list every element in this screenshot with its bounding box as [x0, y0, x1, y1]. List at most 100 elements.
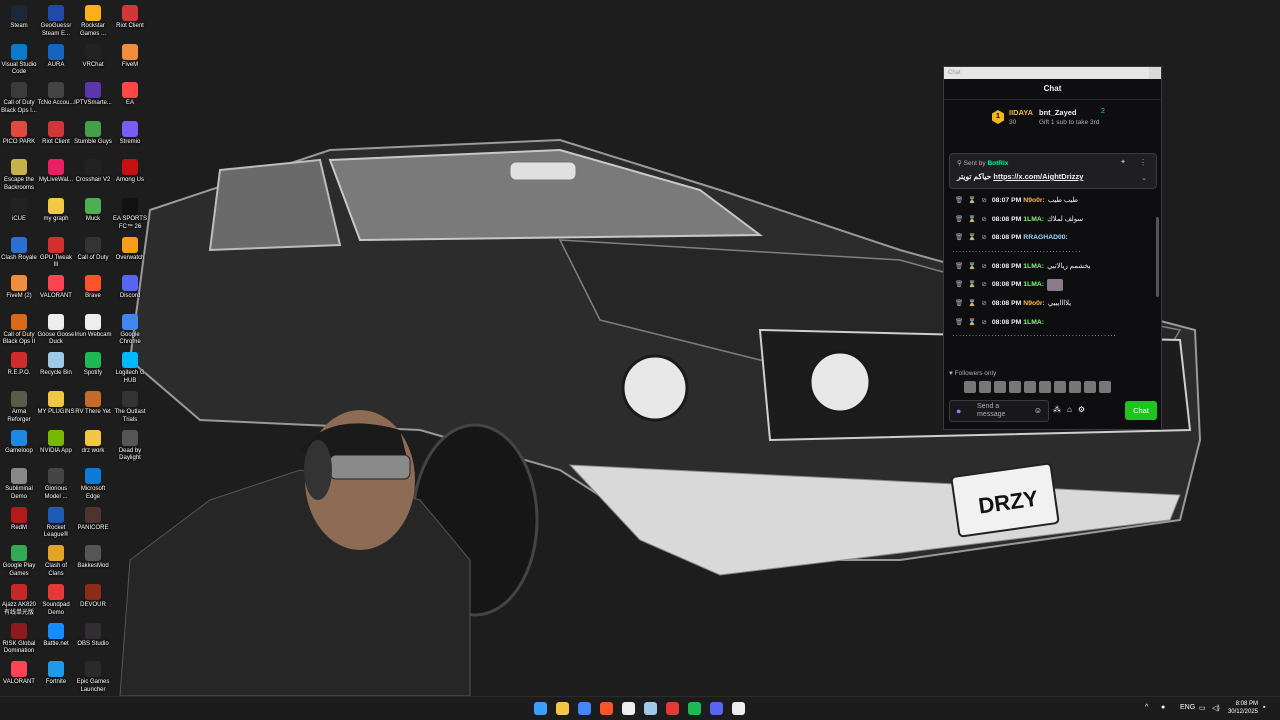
- desktop-icon[interactable]: iCUE: [0, 195, 38, 224]
- timeout-icon[interactable]: ⌛: [968, 263, 976, 270]
- timeout-icon[interactable]: ⌛: [968, 197, 976, 204]
- emote[interactable]: [1039, 381, 1051, 393]
- desktop-icon[interactable]: Rockstar Games ...: [74, 2, 112, 38]
- desktop-icon[interactable]: EA SPORTS FC™ 26: [111, 195, 149, 231]
- top-gifter-name[interactable]: IIDAYA: [1009, 108, 1033, 117]
- emote[interactable]: [1047, 278, 1064, 291]
- pinned-message-link[interactable]: https://x.com/AightDrizzy: [993, 172, 1083, 181]
- desktop-icon[interactable]: Riot Client: [37, 118, 75, 147]
- desktop-icon[interactable]: AURA: [37, 41, 75, 70]
- desktop-icon[interactable]: Stumble Guys: [74, 118, 112, 147]
- desktop-icon[interactable]: R.E.P.O.: [0, 349, 38, 378]
- ban-icon[interactable]: ⊘: [981, 234, 986, 241]
- delete-icon[interactable]: 🗑: [955, 234, 963, 241]
- chat-message[interactable]: 🗑 ⌛ ⊘ 08:08 PM 1LMA: سولف لملاك: [944, 211, 1157, 230]
- message-username[interactable]: 1LMA:: [1023, 319, 1044, 326]
- desktop-icon[interactable]: Logitech G HUB: [111, 349, 149, 385]
- desktop-icon[interactable]: Dead by Daylight: [111, 427, 149, 463]
- chat-message-list[interactable]: 🗑 ⌛ ⊘ 08:07 PM N9o0r: طيب طيب 🗑 ⌛ ⊘ 08:08 PM 1LMA:…: [944, 192, 1157, 367]
- message-username[interactable]: 1LMA:: [1023, 216, 1044, 223]
- desktop-icon[interactable]: Subliminal Demo: [0, 465, 38, 501]
- emote[interactable]: [994, 381, 1006, 393]
- message-username[interactable]: N9o0r:: [1023, 300, 1045, 307]
- desktop-icon[interactable]: Spotify: [74, 349, 112, 378]
- desktop-icon[interactable]: my graph: [37, 195, 75, 224]
- desktop-icon[interactable]: VALORANT: [37, 272, 75, 301]
- emote[interactable]: [964, 381, 976, 393]
- desktop-icon[interactable]: Gameloop: [0, 427, 38, 456]
- gift-leaderboard[interactable]: 1 IIDAYA 30 bnt_Zayed 2 Gift 1 sub to ta…: [944, 100, 1161, 134]
- ban-icon[interactable]: ⊘: [981, 263, 986, 270]
- desktop-icon[interactable]: NVIDIA App: [37, 427, 75, 456]
- chat-scrollbar[interactable]: [1156, 217, 1159, 297]
- timeout-icon[interactable]: ⌛: [968, 281, 976, 288]
- steam-icon[interactable]: [644, 702, 657, 715]
- unpin-icon[interactable]: ✦: [1120, 158, 1126, 166]
- chat-message[interactable]: 🗑 ⌛ ⊘ 08:07 PM N9o0r: طيب طيب: [944, 192, 1157, 211]
- ban-icon[interactable]: ⊘: [981, 319, 986, 326]
- desktop-icon[interactable]: FiveM (2): [0, 272, 38, 301]
- close-button[interactable]: [1149, 67, 1161, 79]
- network-icon[interactable]: ▭: [1199, 704, 1206, 712]
- desktop-icon[interactable]: MY PLUGINS: [37, 388, 75, 417]
- ban-icon[interactable]: ⊘: [981, 300, 986, 307]
- volume-icon[interactable]: ◁): [1212, 704, 1220, 712]
- timeout-icon[interactable]: ⌛: [968, 319, 976, 326]
- emote[interactable]: [1084, 381, 1096, 393]
- brave-icon[interactable]: [600, 702, 613, 715]
- desktop-icon[interactable]: The Outlast Trials: [111, 388, 149, 424]
- desktop-icon[interactable]: Riot Client: [111, 2, 149, 31]
- delete-icon[interactable]: 🗑: [955, 319, 963, 326]
- desktop-icon[interactable]: Glorious Model ...: [37, 465, 75, 501]
- desktop-icon[interactable]: Call of Duty Black Ops I...: [0, 79, 38, 115]
- send-message-input[interactable]: ● Send a message ☺: [949, 400, 1049, 422]
- desktop-icon[interactable]: Recycle Bin: [37, 349, 75, 378]
- chat-message[interactable]: 🗑 ⌛ ⊘ 08:08 PM 1LMA:: [944, 314, 1157, 333]
- desktop-icon[interactable]: Discord: [111, 272, 149, 301]
- desktop-icon[interactable]: IPTVSmarte...: [74, 79, 112, 108]
- chat-send-button[interactable]: Chat: [1125, 401, 1157, 420]
- store-icon[interactable]: ⌂: [1067, 405, 1078, 414]
- message-username[interactable]: RRAGHAD00:: [1023, 234, 1068, 241]
- desktop-icon[interactable]: Microsoft Edge: [74, 465, 112, 501]
- chat-message[interactable]: 🗑 ⌛ ⊘ 08:08 PM RRAGHAD00:: [944, 229, 1157, 248]
- desktop-icon[interactable]: Rocket League®: [37, 504, 75, 540]
- delete-icon[interactable]: 🗑: [955, 216, 963, 223]
- obs-icon[interactable]: [732, 702, 745, 715]
- desktop-icon[interactable]: Among Us: [111, 156, 149, 185]
- spotify-icon[interactable]: [688, 702, 701, 715]
- desktop-icon[interactable]: TcNo Accou...: [37, 79, 75, 108]
- desktop-icon[interactable]: Steam: [0, 2, 38, 31]
- pinned-bot-name[interactable]: BotRix: [987, 160, 1008, 167]
- desktop-icon[interactable]: Call of Duty: [74, 234, 112, 263]
- emote[interactable]: [1054, 381, 1066, 393]
- desktop-icon[interactable]: DEVOUR: [74, 581, 112, 610]
- emote[interactable]: [1099, 381, 1111, 393]
- chat-message[interactable]: 🗑 ⌛ ⊘ 08:08 PM 1LMA:: [944, 276, 1157, 295]
- desktop-icon[interactable]: OBS Studio: [74, 620, 112, 649]
- desktop-icon[interactable]: Iriun Webcam: [74, 311, 112, 340]
- roblox-icon[interactable]: [666, 702, 679, 715]
- extensions-icon[interactable]: ⁂: [1053, 405, 1067, 414]
- chat-message[interactable]: 🗑 ⌛ ⊘ 08:08 PM N9o0r: يلاااايييي: [944, 295, 1157, 314]
- delete-icon[interactable]: 🗑: [955, 281, 963, 288]
- desktop-icon[interactable]: Google Play Games: [0, 542, 38, 578]
- desktop-icon[interactable]: Muck: [74, 195, 112, 224]
- desktop-icon[interactable]: Clash of Clans: [37, 542, 75, 578]
- desktop-icon[interactable]: GeoGuessr Steam E...: [37, 2, 75, 38]
- clock[interactable]: 8:08 PM 30/12/2025: [1228, 700, 1258, 716]
- chrome-icon[interactable]: [578, 702, 591, 715]
- mic-tray-icon[interactable]: ●: [1161, 704, 1165, 711]
- desktop-icon[interactable]: Google Chrome: [111, 311, 149, 347]
- timeout-icon[interactable]: ⌛: [968, 216, 976, 223]
- desktop-icon[interactable]: PANICORE: [74, 504, 112, 533]
- emote[interactable]: [1024, 381, 1036, 393]
- desktop-icon[interactable]: RV There Yet: [74, 388, 112, 417]
- desktop-icon[interactable]: Epic Games Launcher: [74, 658, 112, 694]
- ban-icon[interactable]: ⊘: [981, 281, 986, 288]
- ban-icon[interactable]: ⊘: [981, 197, 986, 204]
- desktop-icon[interactable]: MyLiveWal...: [37, 156, 75, 185]
- desktop-icon[interactable]: Ajazz AK820 有线单光版: [0, 581, 38, 617]
- timeout-icon[interactable]: ⌛: [968, 234, 976, 241]
- desktop-icon[interactable]: Overwatch: [111, 234, 149, 263]
